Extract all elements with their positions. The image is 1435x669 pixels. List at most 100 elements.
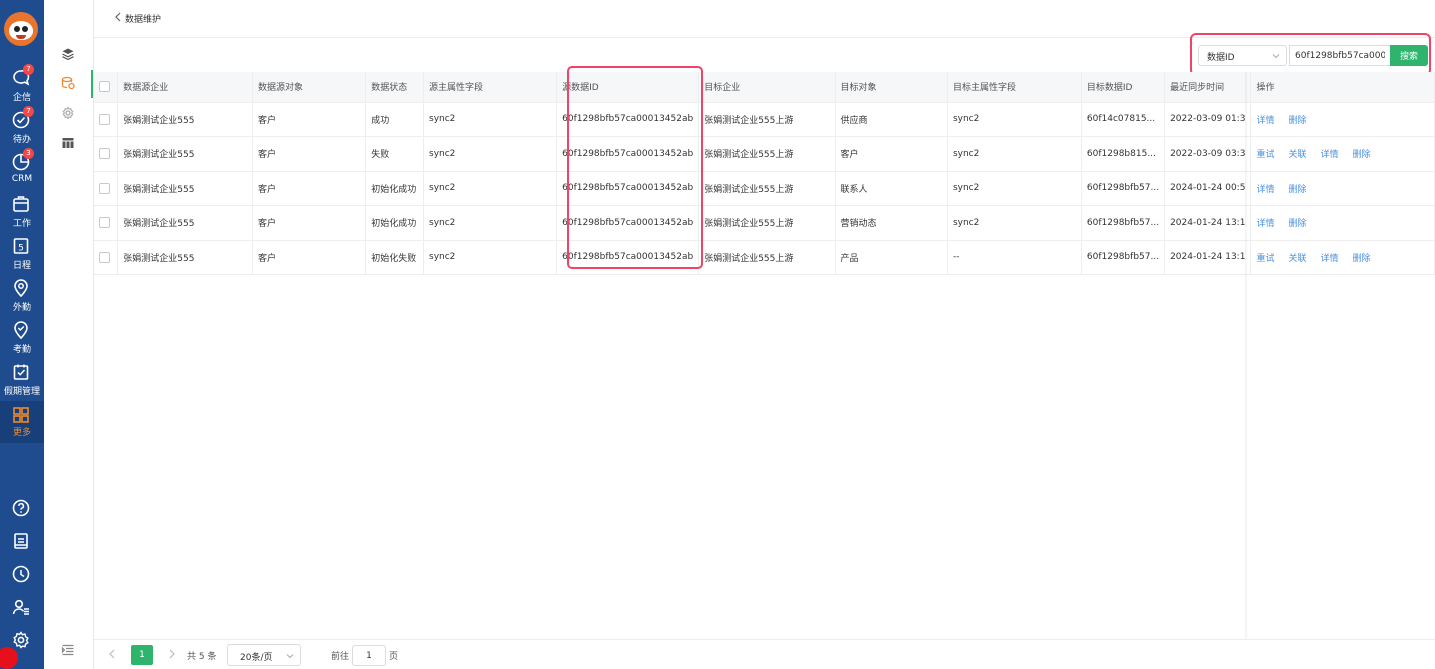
cell-sync-time: 2022-03-09 01:3 [1164, 102, 1252, 137]
location-pin-icon [14, 279, 28, 298]
detail-link[interactable]: 详情 [1256, 182, 1274, 195]
detail-link[interactable]: 详情 [1320, 147, 1338, 160]
retry-link[interactable]: 重试 [1256, 147, 1274, 160]
select-all-checkbox[interactable] [99, 81, 110, 93]
delete-link[interactable]: 删除 [1288, 113, 1306, 126]
layers-icon [62, 48, 74, 61]
cell-target-field: sync2 [947, 102, 1082, 137]
cell-target-id: 60f1298b815... [1081, 136, 1166, 172]
table-header-row: 数据源企业 数据源对象 数据状态 源主属性字段 源数据ID 目标企业 目标对象 … [94, 72, 1435, 103]
chevron-down-icon [1272, 54, 1280, 59]
cell-target-field: sync2 [947, 136, 1082, 172]
page-size-value: 20条/页 [240, 653, 273, 663]
sub-item-data-maintenance[interactable] [44, 70, 93, 98]
collapse-menu-icon[interactable] [61, 643, 75, 657]
nav-item-attendance[interactable]: 考勤 [0, 318, 44, 358]
cell-target-field: -- [947, 240, 1082, 275]
cell-actions: 重试 关联 详情 删除 [1250, 136, 1435, 172]
cell-source-enterprise: 张娟测试企业555 [117, 171, 253, 206]
nav-item-work[interactable]: 工作 [0, 192, 44, 232]
help-icon[interactable] [11, 498, 31, 518]
col-header: 最近同步时间 [1164, 72, 1252, 103]
col-header: 目标企业 [698, 72, 836, 103]
nav-label-attendance: 考勤 [12, 345, 31, 355]
settings-icon[interactable] [11, 630, 31, 650]
detail-link[interactable]: 详情 [1256, 113, 1274, 126]
search-button[interactable]: 搜索 [1390, 45, 1428, 66]
cell-source-field: sync2 [423, 171, 558, 206]
link-relate[interactable]: 关联 [1288, 251, 1306, 264]
cell-source-enterprise: 张娟测试企业555 [117, 102, 253, 137]
cell-target-enterprise: 张娟测试企业555上游 [698, 102, 836, 137]
cell-source-object: 客户 [252, 205, 367, 241]
nav-label-more: 更多 [12, 428, 31, 438]
search-input[interactable] [1289, 45, 1391, 66]
nav-item-more[interactable]: 更多 [0, 401, 44, 443]
page-number-current[interactable]: 1 [131, 645, 153, 665]
col-header: 目标主属性字段 [947, 72, 1082, 103]
cell-source-field: sync2 [423, 102, 558, 137]
delete-link[interactable]: 删除 [1352, 147, 1370, 160]
cell-target-field: sync2 [947, 205, 1082, 241]
select-all-cell[interactable] [94, 72, 119, 103]
clock-icon[interactable] [11, 564, 31, 584]
briefcase-icon [13, 196, 29, 212]
page-title[interactable]: 数据维护 [125, 12, 161, 25]
row-checkbox[interactable] [99, 217, 110, 229]
page-size-select[interactable]: 20条/页 [227, 644, 301, 666]
prev-page-icon[interactable] [108, 649, 116, 659]
next-page-icon[interactable] [168, 649, 176, 659]
sub-item-layers[interactable] [44, 41, 93, 69]
row-checkbox[interactable] [99, 251, 110, 263]
link-relate[interactable]: 关联 [1288, 147, 1306, 160]
nav-label-schedule: 日程 [12, 261, 31, 271]
nav-label-qixin: 企信 [12, 93, 31, 103]
cell-target-id: 60f1298bfb57... [1081, 205, 1166, 241]
retry-link[interactable]: 重试 [1256, 251, 1274, 264]
detail-link[interactable]: 详情 [1256, 216, 1274, 229]
nav-item-qixin[interactable]: 7 企信 [0, 64, 44, 106]
table-row: 张娟测试企业555 客户 成功 sync2 60f1298bfb57ca0001… [94, 102, 1435, 137]
goto-page-input[interactable] [352, 645, 386, 666]
pagination: 1 共 5 条 20条/页 前往 页 [94, 639, 1435, 669]
detail-link[interactable]: 详情 [1320, 251, 1338, 264]
badge-crm: 3 [23, 148, 34, 159]
col-header-actions: 操作 [1250, 72, 1435, 103]
col-header: 数据源对象 [252, 72, 367, 103]
cell-target-enterprise: 张娟测试企业555上游 [698, 240, 836, 275]
nav-item-field[interactable]: 外勤 [0, 276, 44, 316]
total-count: 共 5 条 [187, 652, 217, 662]
calendar-icon: 5 [13, 238, 29, 254]
app-logo[interactable] [4, 12, 38, 46]
cell-target-object: 产品 [835, 240, 948, 275]
row-checkbox[interactable] [99, 113, 110, 125]
sub-sidebar [44, 0, 94, 669]
nav-item-crm[interactable]: 3 CRM [0, 148, 44, 190]
row-checkbox[interactable] [99, 148, 110, 160]
cell-actions: 详情 删除 [1250, 205, 1435, 241]
cell-actions: 详情 删除 [1250, 102, 1435, 137]
nav-item-leave[interactable]: 假期管理 [0, 360, 44, 400]
cell-source-field: sync2 [423, 205, 558, 241]
delete-link[interactable]: 删除 [1288, 182, 1306, 195]
nav-item-schedule[interactable]: 5 日程 [0, 234, 44, 274]
badge-qixin: 7 [23, 64, 34, 75]
user-list-icon[interactable] [11, 597, 31, 617]
app-sidebar: 7 企信 7 待办 3 CRM 工作 5 日程 外勤 考勤 假期管理 更多 [0, 0, 44, 669]
sub-item-settings[interactable] [44, 100, 93, 128]
row-checkbox[interactable] [99, 182, 110, 194]
goto-label: 前往 [331, 652, 350, 662]
calendar-day: 5 [18, 244, 24, 254]
document-icon[interactable] [11, 531, 31, 551]
search-field-select[interactable]: 数据ID [1198, 45, 1287, 66]
grid-icon [13, 407, 29, 423]
cell-sync-time: 2022-03-09 03:3 [1164, 136, 1252, 172]
sub-item-table[interactable] [44, 130, 93, 158]
delete-link[interactable]: 删除 [1352, 251, 1370, 264]
back-arrow-icon[interactable] [114, 12, 122, 22]
cell-status: 失败 [365, 136, 424, 172]
nav-item-todo[interactable]: 7 待办 [0, 106, 44, 148]
cell-source-field: sync2 [423, 136, 558, 172]
delete-link[interactable]: 删除 [1288, 216, 1306, 229]
cell-source-object: 客户 [252, 240, 367, 275]
